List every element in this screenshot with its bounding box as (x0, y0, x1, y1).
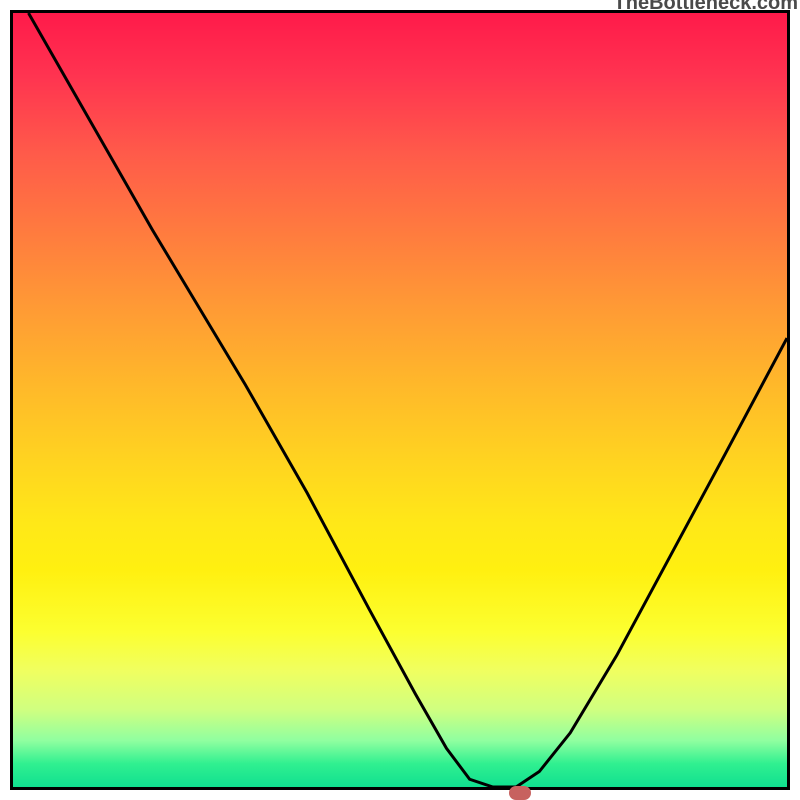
chart-frame (10, 10, 790, 790)
minimum-marker (509, 786, 531, 800)
watermark-text: TheBottleneck.com (614, 0, 798, 15)
bottleneck-curve (28, 13, 787, 787)
chart-line-svg (13, 13, 787, 787)
